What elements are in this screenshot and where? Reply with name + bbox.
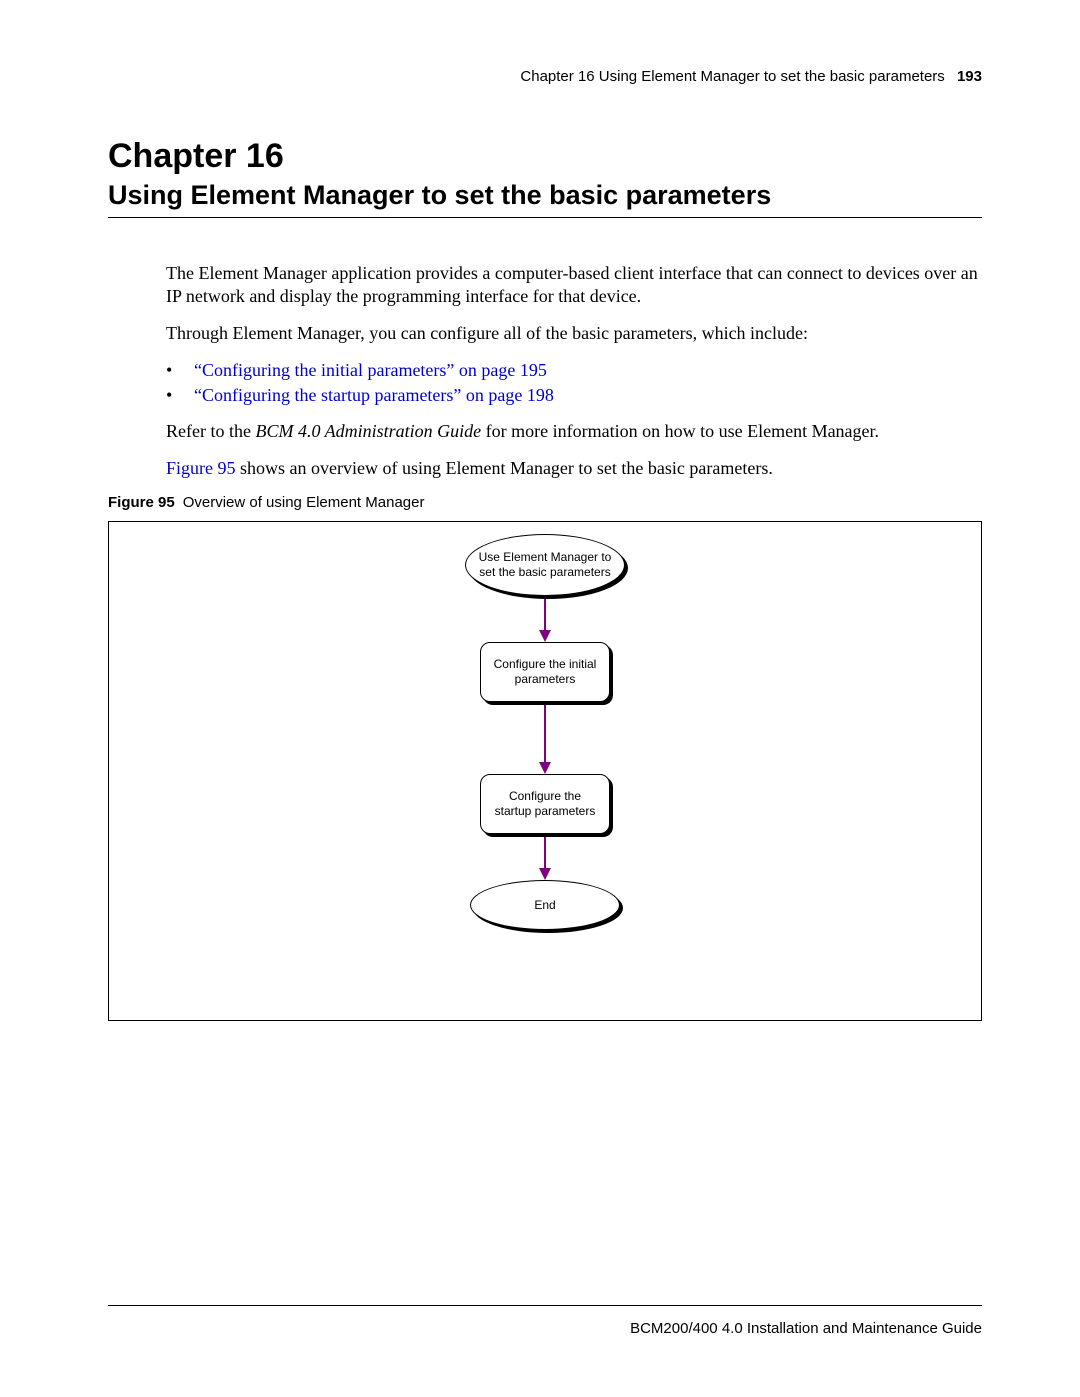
footer-book-title: BCM200/400 4.0 Installation and Maintena… (108, 1320, 982, 1337)
flow-node-start: Use Element Manager to set the basic par… (465, 534, 625, 596)
chapter-number: Chapter 16 (108, 135, 982, 178)
paragraph-lead: Through Element Manager, you can configu… (166, 322, 982, 345)
figure-flowchart: Use Element Manager to set the basic par… (108, 521, 982, 1021)
header-page-number: 193 (957, 68, 982, 85)
flow-arrow-icon (539, 702, 551, 774)
figure-label: Figure 95 (108, 494, 175, 511)
flow-node-start-label: Use Element Manager to set the basic par… (465, 534, 625, 596)
flow-node-end: End (470, 880, 620, 930)
flow-node-step1-label: Configure the initial parameters (480, 642, 610, 702)
bullet-list: • “Configuring the initial parameters” o… (166, 360, 982, 406)
flow-node-step1: Configure the initial parameters (480, 642, 610, 702)
flow-arrow-icon (539, 834, 551, 880)
flow-node-end-label: End (470, 880, 620, 930)
flow-node-step2-label: Configure the startup parameters (480, 774, 610, 834)
paragraph-intro: The Element Manager application provides… (166, 262, 982, 309)
text: shows an overview of using Element Manag… (236, 458, 773, 478)
text: for more information on how to use Eleme… (481, 421, 879, 441)
book-title-italic: BCM 4.0 Administration Guide (255, 421, 481, 441)
link-figure-95[interactable]: Figure 95 (166, 458, 236, 478)
flow-node-step2: Configure the startup parameters (480, 774, 610, 834)
link-configure-initial[interactable]: “Configuring the initial parameters” on … (194, 360, 547, 381)
header-chapter-ref: Chapter 16 Using Element Manager to set … (520, 68, 944, 85)
page-footer: BCM200/400 4.0 Installation and Maintena… (108, 1305, 982, 1337)
paragraph-figure-ref: Figure 95 shows an overview of using Ele… (166, 457, 982, 480)
list-item: • “Configuring the initial parameters” o… (166, 360, 982, 381)
bullet-dot: • (166, 360, 194, 381)
link-configure-startup[interactable]: “Configuring the startup parameters” on … (194, 385, 554, 406)
figure-caption-text: Overview of using Element Manager (183, 494, 425, 511)
flow-arrow-icon (539, 596, 551, 642)
figure-caption: Figure 95 Overview of using Element Manag… (108, 494, 982, 511)
list-item: • “Configuring the startup parameters” o… (166, 385, 982, 406)
page-header: Chapter 16 Using Element Manager to set … (108, 68, 982, 85)
bullet-dot: • (166, 385, 194, 406)
chapter-title: Using Element Manager to set the basic p… (108, 180, 982, 218)
text: Refer to the (166, 421, 255, 441)
paragraph-refer: Refer to the BCM 4.0 Administration Guid… (166, 420, 982, 443)
